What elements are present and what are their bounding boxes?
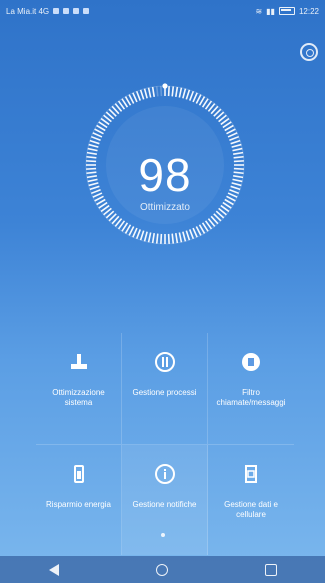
gauge-tick	[160, 86, 163, 97]
home-icon[interactable]	[155, 563, 168, 576]
settings-gear-icon[interactable]	[300, 43, 318, 61]
gauge-tick	[192, 92, 198, 103]
gauge-tick	[171, 86, 175, 97]
gauge-tick	[135, 229, 142, 240]
gauge-tick	[155, 233, 159, 244]
tile-label: Gestione notifiche	[132, 500, 197, 509]
gauge-tick	[90, 135, 101, 142]
gauge-tick	[231, 143, 242, 148]
gauge-tick	[185, 89, 191, 100]
gauge-tick	[151, 233, 156, 244]
tile-notifications[interactable]: Gestione notifiche	[122, 445, 208, 555]
gauge-tick	[174, 233, 179, 244]
gauge-tick	[132, 227, 138, 238]
navigation-bar	[0, 556, 325, 583]
info-icon	[153, 462, 177, 486]
gauge-tick	[88, 143, 99, 148]
status-bar: La Mia.it 4G ≋ ▮▮ 12:22	[0, 0, 325, 22]
gauge-tick	[227, 132, 238, 138]
page-indicator	[161, 533, 165, 537]
tile-process-management[interactable]: Gestione processi	[122, 333, 208, 445]
gauge-tick	[147, 87, 152, 98]
shield-icon	[239, 350, 263, 374]
tile-label: Filtro chiamate/messaggi	[216, 388, 286, 407]
optimization-score: 98	[138, 149, 192, 201]
back-icon[interactable]	[48, 563, 59, 576]
gauge-tick	[147, 232, 152, 243]
gauge-tick	[182, 88, 187, 99]
process-icon	[153, 350, 177, 374]
gauge-tick	[178, 232, 183, 243]
gauge-tick	[139, 230, 145, 241]
optimization-status: Ottimizzato	[139, 202, 190, 213]
gauge-tick	[132, 92, 138, 103]
clock: 12:22	[298, 6, 319, 16]
status-left: La Mia.it 4G	[6, 6, 90, 16]
wifi-icon: ≋	[255, 6, 263, 16]
gauge-tick	[167, 233, 170, 244]
battery-icon	[67, 462, 91, 486]
gauge-tick	[195, 226, 202, 236]
gauge-tick	[89, 139, 100, 145]
gauge-tick	[135, 90, 142, 101]
gauge-tick	[171, 233, 175, 244]
tile-label: Risparmio energia	[46, 500, 111, 509]
gauge-tick	[188, 90, 195, 101]
notification-icon	[73, 8, 80, 14]
gauge-tick	[92, 132, 103, 138]
tile-label: Ottimizzazione sistema	[52, 388, 105, 407]
sim-icon	[239, 462, 263, 486]
gauge-tick	[182, 231, 187, 242]
gauge-tick	[128, 226, 135, 236]
tile-power-saving[interactable]: Risparmio energia	[36, 445, 122, 555]
gauge-tick	[139, 89, 145, 100]
signal-icon: ▮▮	[266, 6, 275, 16]
carrier-label: La Mia.it 4G	[6, 6, 50, 16]
notification-icon	[63, 8, 70, 14]
notification-icon	[53, 8, 60, 14]
gauge-tick	[226, 128, 236, 135]
gauge-tick	[155, 86, 159, 97]
tile-data-management[interactable]: Gestione dati e cellulare	[208, 445, 294, 555]
gauge-tick	[185, 230, 191, 241]
gauge-tick	[178, 87, 183, 98]
gauge-tick	[230, 139, 241, 145]
gauge-tick	[192, 227, 198, 238]
gauge-tick	[167, 86, 170, 97]
gauge-tick	[195, 94, 202, 104]
notification-icon	[83, 8, 90, 14]
tile-label: Gestione dati e cellulare	[224, 500, 278, 519]
tile-call-filter[interactable]: Filtro chiamate/messaggi	[208, 333, 294, 445]
tile-system-optimization[interactable]: Ottimizzazione sistema	[36, 333, 122, 445]
recents-icon[interactable]	[264, 563, 277, 576]
gauge-tick	[188, 229, 195, 240]
gauge-tick	[174, 86, 179, 97]
tile-label: Gestione processi	[132, 388, 197, 397]
gauge-progress-dot	[162, 83, 168, 89]
gauge-tick	[143, 231, 148, 242]
cleanup-icon	[67, 350, 91, 374]
gauge-tick	[160, 233, 163, 244]
gauge-tick	[128, 94, 135, 104]
tools-grid: Ottimizzazione sistema Gestione processi…	[36, 333, 294, 555]
status-right: ≋ ▮▮ 12:22	[255, 7, 319, 16]
gauge-tick	[94, 128, 104, 135]
gauge-tick	[143, 88, 148, 99]
gauge-tick	[151, 86, 156, 97]
gauge-tick	[229, 135, 240, 142]
battery-icon	[278, 7, 295, 15]
